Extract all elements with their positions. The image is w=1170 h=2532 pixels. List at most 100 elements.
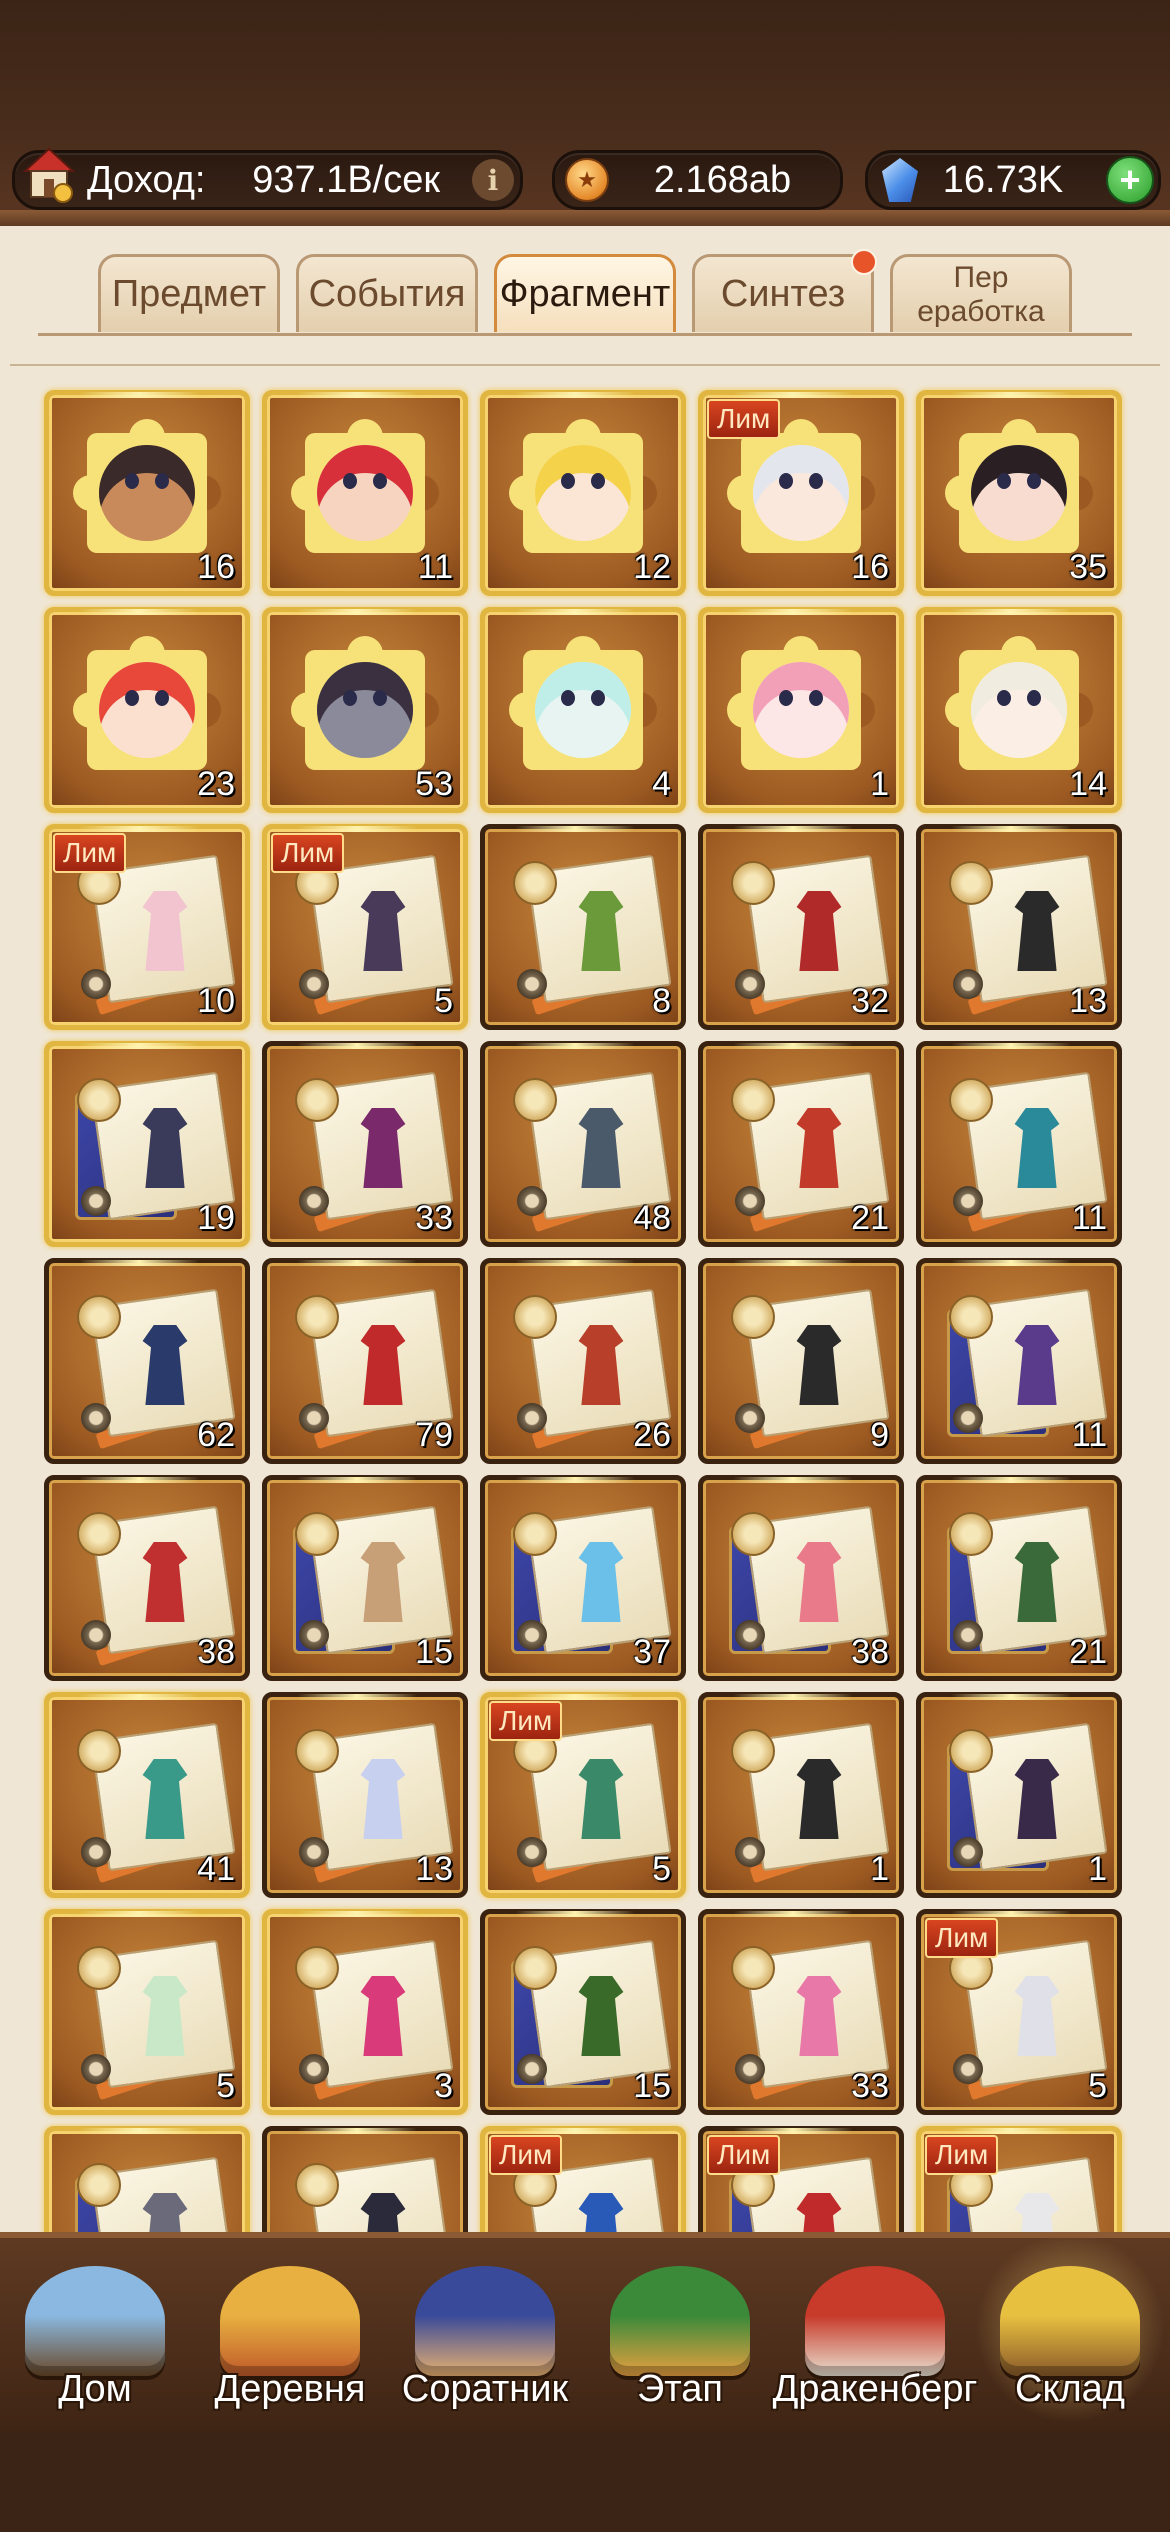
cell-shine — [297, 1911, 417, 1917]
outfit-blueprint-cell[interactable]: 19 — [44, 1041, 250, 1247]
bottom-nav: Дом Деревня Соратник Этап Дракенберг Склад — [0, 2232, 1170, 2438]
outfit-blueprint-cell[interactable]: 26 — [480, 1258, 686, 1464]
cell-shine — [515, 1260, 635, 1266]
outfit-blueprint-cell[interactable]: 32 — [698, 824, 904, 1030]
outfit-blueprint-cell[interactable]: 15 — [480, 1909, 686, 2115]
cell-shine — [515, 1043, 635, 1049]
cell-shine — [515, 392, 635, 398]
blueprint-scroll-icon — [947, 1071, 1108, 1233]
outfit-blueprint-cell[interactable]: Лим — [480, 2126, 686, 2232]
cell-shine — [79, 1043, 199, 1049]
cell-shine — [297, 2128, 417, 2134]
cell-shine — [79, 2128, 199, 2134]
outfit-blueprint-cell[interactable]: 5 — [44, 1909, 250, 2115]
cell-shine — [951, 1911, 1071, 1917]
item-count: 35 — [1069, 548, 1107, 586]
portrait-fragment-cell[interactable]: 35 — [916, 390, 1122, 596]
outfit-blueprint-cell[interactable]: 15 — [262, 1475, 468, 1681]
tab-item[interactable]: Предмет — [98, 254, 280, 332]
outfit-blueprint-cell[interactable]: 13 — [916, 824, 1122, 1030]
income-display[interactable]: Доход: 937.1B/сек i — [12, 147, 523, 210]
outfit-blueprint-cell[interactable]: Лим 5 — [916, 1909, 1122, 2115]
item-count: 5 — [652, 1850, 671, 1888]
nav-stage[interactable]: Этап — [585, 2238, 775, 2438]
cell-shine — [79, 1694, 199, 1700]
outfit-blueprint-cell[interactable]: 33 — [698, 1909, 904, 2115]
outfit-blueprint-cell[interactable]: 8 — [480, 824, 686, 1030]
outfit-blueprint-cell[interactable]: 33 — [262, 1041, 468, 1247]
outfit-blueprint-cell[interactable]: Лим — [916, 2126, 1122, 2232]
portrait-fragment-cell[interactable]: 11 — [262, 390, 468, 596]
village-icon — [220, 2266, 360, 2376]
outfit-blueprint-cell[interactable]: Лим — [698, 2126, 904, 2232]
nav-companion[interactable]: Соратник — [390, 2238, 580, 2438]
item-count: 32 — [851, 982, 889, 1020]
item-count: 16 — [851, 548, 889, 586]
blueprint-scroll-icon — [293, 2156, 454, 2232]
outfit-blueprint-cell[interactable]: Лим 10 — [44, 824, 250, 1030]
item-count: 21 — [851, 1199, 889, 1237]
outfit-blueprint-cell[interactable]: 1 — [698, 1692, 904, 1898]
outfit-blueprint-cell[interactable]: 38 — [44, 1475, 250, 1681]
coin-display[interactable]: ★ 2.168ab — [552, 150, 843, 210]
outfit-blueprint-cell[interactable]: 79 — [262, 1258, 468, 1464]
outfit-blueprint-cell[interactable]: 41 — [44, 1692, 250, 1898]
limited-badge: Лим — [925, 2135, 999, 2175]
portrait-fragment-cell[interactable]: 53 — [262, 607, 468, 813]
portrait-fragment-cell[interactable]: 23 — [44, 607, 250, 813]
cell-shine — [515, 1477, 635, 1483]
house-icon — [22, 147, 76, 203]
outfit-blueprint-cell[interactable]: 62 — [44, 1258, 250, 1464]
tab-processing[interactable]: Пер еработка — [890, 254, 1072, 332]
portrait-fragment-cell[interactable]: 1 — [698, 607, 904, 813]
fragment-grid[interactable]: 16 11 12 Лим 16 35 23 53 4 1 14 Лим 10 Лим 5 8 32 13 19 33 4… — [0, 372, 1170, 2232]
outfit-blueprint-cell[interactable]: 3 — [262, 1909, 468, 2115]
outfit-blueprint-cell[interactable]: 21 — [916, 1475, 1122, 1681]
nav-label: Деревня — [214, 2368, 366, 2410]
blueprint-scroll-icon — [947, 1505, 1108, 1655]
outfit-blueprint-cell[interactable]: 38 — [698, 1475, 904, 1681]
nav-village[interactable]: Деревня — [195, 2238, 385, 2438]
nav-home[interactable]: Дом — [0, 2238, 190, 2438]
portrait-fragment-cell[interactable]: 16 — [44, 390, 250, 596]
blueprint-scroll-icon — [75, 1071, 236, 1221]
portrait-fragment-cell[interactable]: 14 — [916, 607, 1122, 813]
outfit-blueprint-cell[interactable]: 21 — [698, 1041, 904, 1247]
outfit-blueprint-cell[interactable] — [44, 2126, 250, 2232]
warehouse-icon — [1000, 2266, 1140, 2376]
limited-badge: Лим — [707, 2135, 781, 2175]
portrait-fragment-cell[interactable]: 12 — [480, 390, 686, 596]
cell-shine — [951, 2128, 1071, 2134]
outfit-blueprint-cell[interactable]: 13 — [262, 1692, 468, 1898]
portrait-fragment-cell[interactable]: 4 — [480, 607, 686, 813]
outfit-blueprint-cell[interactable]: 37 — [480, 1475, 686, 1681]
outfit-blueprint-cell[interactable]: 9 — [698, 1258, 904, 1464]
nav-castle[interactable]: Дракенберг — [773, 2238, 977, 2438]
item-count: 8 — [652, 982, 671, 1020]
outfit-blueprint-cell[interactable]: Лим 5 — [262, 824, 468, 1030]
nav-warehouse[interactable]: Склад — [975, 2238, 1165, 2438]
add-gems-button[interactable]: + — [1106, 156, 1154, 204]
info-icon[interactable]: i — [472, 159, 514, 201]
outfit-blueprint-cell[interactable]: 48 — [480, 1041, 686, 1247]
outfit-blueprint-cell[interactable] — [262, 2126, 468, 2232]
tab-fragment[interactable]: Фрагмент — [494, 254, 676, 332]
cell-shine — [951, 826, 1071, 832]
tab-events[interactable]: События — [296, 254, 478, 332]
portrait-fragment-cell[interactable]: Лим 16 — [698, 390, 904, 596]
puzzle-piece-icon — [945, 419, 1093, 567]
gem-display[interactable]: 16.73K + — [865, 150, 1161, 210]
cell-shine — [733, 392, 853, 398]
outfit-blueprint-cell[interactable]: 11 — [916, 1258, 1122, 1464]
blueprint-scroll-icon — [293, 1288, 454, 1450]
blueprint-scroll-icon — [947, 1722, 1108, 1872]
outfit-blueprint-cell[interactable]: 11 — [916, 1041, 1122, 1247]
blueprint-scroll-icon — [947, 1939, 1108, 2101]
outfit-blueprint-cell[interactable]: 1 — [916, 1692, 1122, 1898]
outfit-blueprint-cell[interactable]: Лим 5 — [480, 1692, 686, 1898]
tab-synthesis[interactable]: Синтез — [692, 249, 877, 332]
tab-processing-label: Пер еработка — [917, 260, 1045, 328]
puzzle-piece-icon — [73, 419, 221, 567]
nav-label: Склад — [1015, 2368, 1125, 2410]
cell-shine — [79, 826, 199, 832]
